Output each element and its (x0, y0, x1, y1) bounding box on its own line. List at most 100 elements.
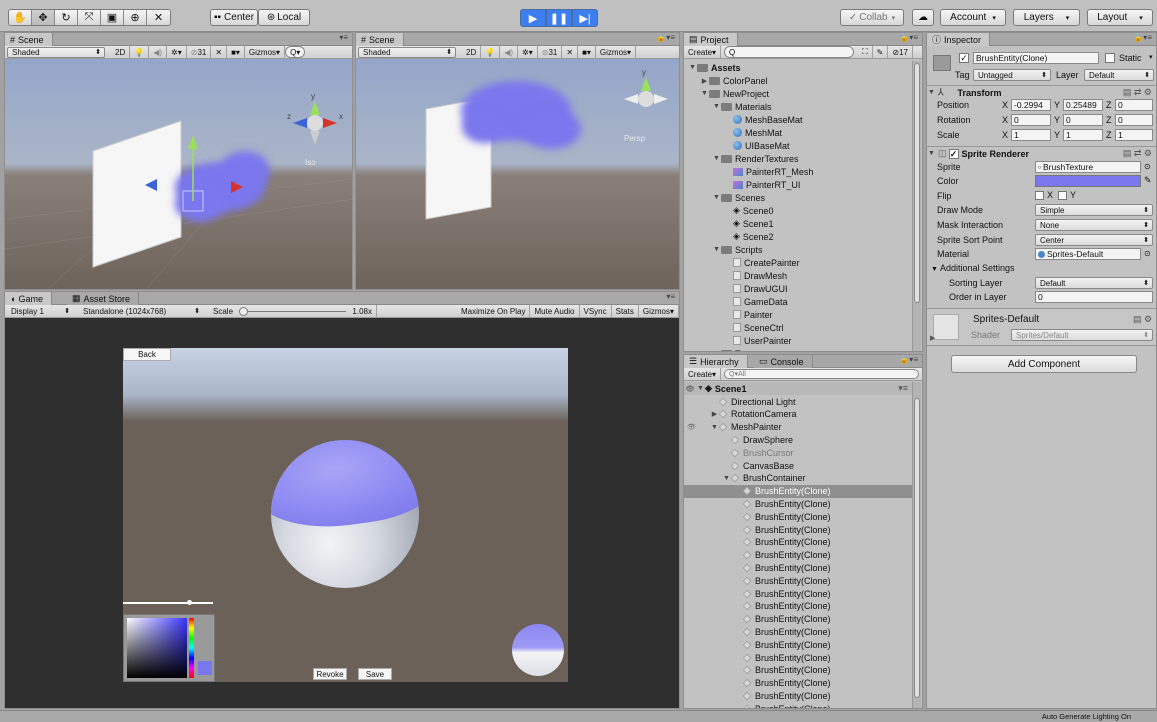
scale-control[interactable]: Scale 1.08x (209, 305, 377, 317)
hierarchy-item[interactable]: BrushEntity(Clone) (684, 484, 912, 498)
hierarchy-item[interactable]: BrushEntity(Clone) (684, 651, 912, 664)
project-item[interactable]: DrawMesh (684, 269, 912, 282)
expand-arrow-icon[interactable]: ▼ (710, 424, 719, 431)
scrollbar-thumb[interactable] (914, 63, 920, 303)
panel-menu-icon[interactable]: ▾≡ (339, 33, 348, 42)
position-z-field[interactable]: 0 (1115, 99, 1153, 111)
scale-tool-icon[interactable]: ⤧ (78, 10, 101, 25)
tools-icon[interactable]: ✕ (211, 46, 228, 58)
hierarchy-item[interactable]: BrushEntity(Clone) (684, 677, 912, 690)
transform-tool-icon[interactable]: ⊕ (124, 10, 147, 25)
rotation-x-field[interactable]: 0 (1011, 114, 1051, 126)
expand-arrow-icon[interactable]: ▶ (930, 334, 935, 342)
project-item[interactable]: ▼ Textures (684, 347, 912, 351)
material-field[interactable]: Sprites-Default (1035, 248, 1141, 260)
color-picker[interactable] (123, 614, 215, 682)
hierarchy-item[interactable]: ▼ BrushContainer (684, 472, 912, 485)
sprite-sort-point-dropdown[interactable]: Center (1035, 234, 1153, 246)
panel-menu-icon[interactable]: 🔒▾≡ (1133, 33, 1152, 42)
cloud-button[interactable]: ☁ (912, 9, 934, 26)
scale-z-field[interactable]: 1 (1115, 129, 1153, 141)
component-options-icon[interactable]: ▤ ⚙ (1133, 314, 1152, 325)
stats-toggle[interactable]: Stats (612, 305, 639, 317)
additional-settings-foldout[interactable]: ▼ Additional Settings (931, 263, 1015, 273)
gizmos-dropdown[interactable]: Gizmos ▾ (639, 305, 679, 317)
sprite-field[interactable]: ▫ BrushTexture (1035, 161, 1141, 173)
component-options-icon[interactable]: ▤ ⇄ ⚙ (1123, 148, 1152, 159)
filter-label-icon[interactable]: ✎ (873, 46, 889, 58)
shading-dropdown[interactable]: Shaded (358, 46, 456, 58)
expand-arrow-icon[interactable]: ▼ (700, 90, 709, 97)
project-item[interactable]: PainterRT_UI (684, 178, 912, 191)
hierarchy-item[interactable]: BrushEntity(Clone) (684, 702, 912, 708)
project-item[interactable]: ▶ ColorPanel (684, 74, 912, 87)
paint-sphere[interactable] (271, 440, 419, 588)
move-tool-icon[interactable]: ✥ (32, 10, 55, 25)
hierarchy-item[interactable]: BrushEntity(Clone) (684, 549, 912, 562)
project-item[interactable]: CreatePainter (684, 256, 912, 269)
project-item[interactable]: UserPainter (684, 334, 912, 347)
hierarchy-item[interactable]: Directional Light (684, 395, 912, 408)
shading-dropdown[interactable]: Shaded (7, 46, 105, 58)
hierarchy-item[interactable]: BrushEntity(Clone) (684, 523, 912, 536)
hierarchy-search-input[interactable] (724, 369, 920, 379)
camera-dropdown-icon[interactable]: ■▾ (227, 46, 245, 58)
hierarchy-item[interactable]: BrushEntity(Clone) (684, 510, 912, 523)
scrollbar-thumb[interactable] (914, 398, 920, 698)
expand-arrow-icon[interactable]: ▼ (712, 246, 721, 253)
flip-y-checkbox[interactable] (1058, 191, 1067, 200)
scale-slider[interactable] (239, 306, 347, 316)
pivot-center-button[interactable]: ▪▪ Center (210, 9, 258, 26)
project-item[interactable]: GameData (684, 295, 912, 308)
project-item[interactable]: ▼ Scripts (684, 243, 912, 256)
hierarchy-item[interactable]: BrushEntity(Clone) (684, 613, 912, 626)
tab-project[interactable]: ▤ Project (684, 33, 738, 46)
account-dropdown[interactable]: Account ▾ (940, 9, 1006, 26)
scale-slider-thumb[interactable] (239, 306, 249, 316)
expand-arrow-icon[interactable]: ▼ (712, 350, 721, 351)
sprite-renderer-header[interactable]: ▼ ◫ ✓ Sprite Renderer ▤ ⇄ ⚙ (927, 146, 1156, 160)
visibility-toggle[interactable]: ⊘ 31 (538, 46, 563, 58)
draw-mode-dropdown[interactable]: Simple (1035, 204, 1153, 216)
project-item[interactable]: ▼ NewProject (684, 87, 912, 100)
expand-arrow-icon[interactable]: ▼ (722, 475, 731, 482)
scale-x-field[interactable]: 1 (1011, 129, 1051, 141)
effects-dropdown-icon[interactable]: ✲▾ (518, 46, 538, 58)
hue-bar[interactable] (189, 618, 194, 678)
scale-y-field[interactable]: 1 (1063, 129, 1103, 141)
tag-dropdown[interactable]: Untagged (973, 69, 1051, 81)
hierarchy-item[interactable]: BrushEntity(Clone) (684, 625, 912, 638)
panel-menu-icon[interactable]: 🔒▾≡ (899, 355, 918, 364)
color-square[interactable] (127, 618, 187, 678)
audio-toggle-icon[interactable]: ◀) (500, 46, 519, 58)
hierarchy-item[interactable]: BrushCursor (684, 446, 912, 459)
tab-asset-store[interactable]: ▦ Asset Store (67, 292, 140, 305)
mask-interaction-dropdown[interactable]: None (1035, 219, 1153, 231)
hierarchy-item[interactable]: BrushEntity(Clone) (684, 664, 912, 677)
back-button[interactable]: Back (123, 348, 171, 361)
component-options-icon[interactable]: ▤ ⇄ ⚙ (1123, 87, 1152, 98)
brush-size-slider[interactable] (123, 600, 213, 605)
tab-inspector[interactable]: ⓘ Inspector (927, 33, 991, 46)
tab-console[interactable]: ▭ Console (754, 355, 813, 368)
tab-scene-left[interactable]: # Scene (5, 33, 53, 46)
expand-arrow-icon[interactable]: ▼ (712, 103, 721, 110)
project-search-input[interactable]: Q (724, 46, 855, 58)
object-picker-icon[interactable]: ⊙ (1144, 162, 1151, 171)
hierarchy-item[interactable]: BrushEntity(Clone) (684, 497, 912, 510)
hidden-count[interactable]: ⊘ 17 (888, 46, 913, 58)
panel-menu-icon[interactable]: ▾≡ (666, 292, 675, 301)
hand-tool-icon[interactable]: ✋ (9, 10, 32, 25)
layout-dropdown[interactable]: Layout ▾ (1087, 9, 1153, 26)
scene-root-row[interactable]: 👁 ▼ ◈ Scene1 ▾≡ (684, 382, 912, 395)
scene-search-input[interactable]: Q▾ (285, 46, 306, 58)
tab-hierarchy[interactable]: ☰ Hierarchy (684, 355, 748, 368)
project-item[interactable]: ◈ Scene1 (684, 217, 912, 230)
expand-arrow-icon[interactable]: ▼ (696, 385, 705, 392)
gizmos-dropdown[interactable]: Gizmos ▾ (245, 46, 286, 58)
visibility-toggle[interactable]: ⊘ 31 (187, 46, 212, 58)
tab-game[interactable]: ◖ Game (5, 292, 52, 305)
effects-dropdown-icon[interactable]: ✲▾ (167, 46, 187, 58)
hierarchy-scrollbar[interactable] (912, 382, 921, 708)
vsync-toggle[interactable]: VSync (580, 305, 612, 317)
